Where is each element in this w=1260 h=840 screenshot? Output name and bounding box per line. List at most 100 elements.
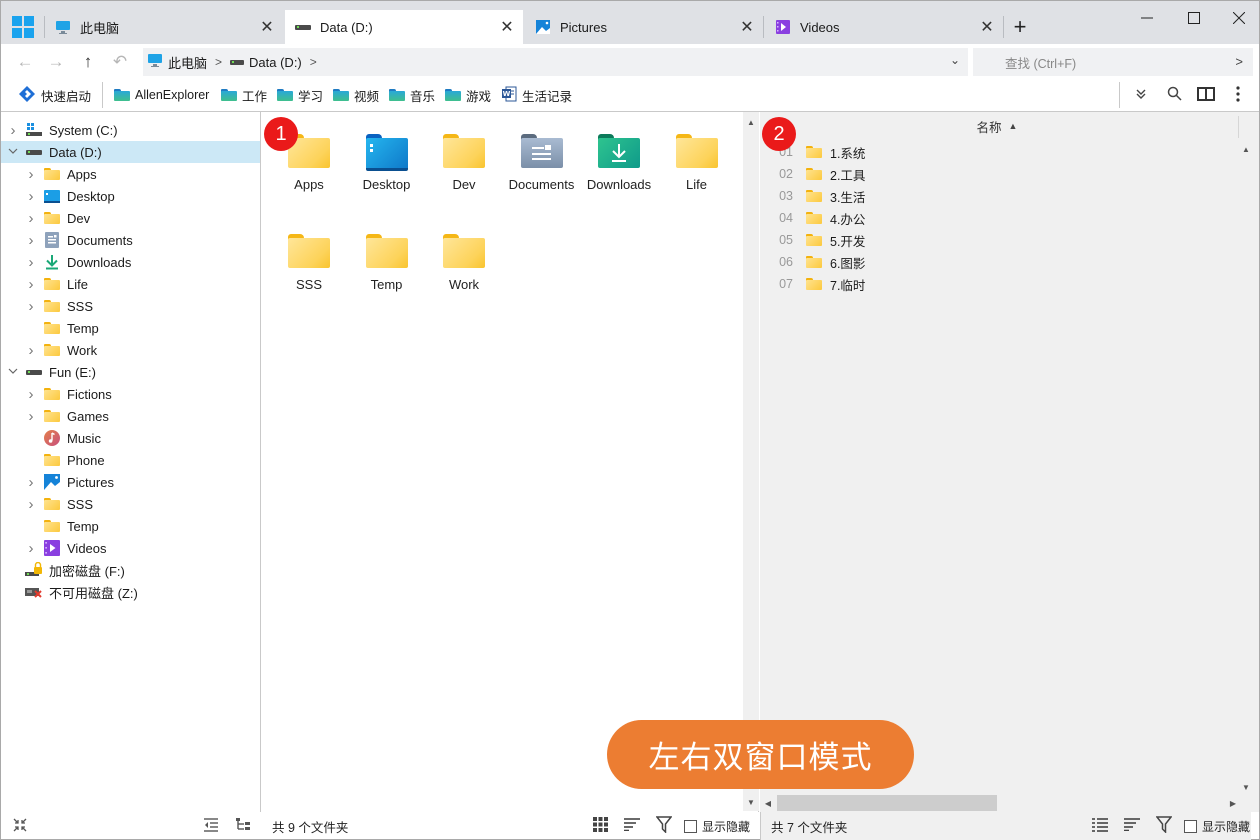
- checkbox-box[interactable]: [684, 819, 697, 833]
- tree-node[interactable]: › Desktop: [1, 185, 260, 207]
- breadcrumb-data-d[interactable]: Data (D:): [230, 55, 302, 70]
- tree-node[interactable]: › Dev: [1, 207, 260, 229]
- chevron-right-icon[interactable]: ›: [25, 232, 37, 249]
- chevron-right-icon[interactable]: ›: [7, 122, 19, 139]
- undo-button[interactable]: ↶: [110, 52, 130, 72]
- list-item[interactable]: 03 3.生活: [760, 185, 865, 207]
- tab-videos[interactable]: Videos ✕: [765, 10, 1003, 44]
- grid-item[interactable]: Desktop: [348, 112, 426, 192]
- chevron-right-icon[interactable]: >: [310, 55, 317, 69]
- show-hidden-checkbox[interactable]: 显示隐藏: [684, 812, 750, 840]
- address-bar[interactable]: 此电脑 > Data (D:) > ⌄: [143, 48, 968, 76]
- chevron-right-icon[interactable]: ›: [25, 254, 37, 271]
- sort-button[interactable]: [1122, 816, 1142, 836]
- list-item[interactable]: 06 6.图影: [760, 251, 865, 273]
- quick-item-video[interactable]: 视频: [333, 86, 379, 104]
- up-button[interactable]: ↑: [78, 52, 98, 72]
- column-header-name[interactable]: 名称 ▲: [760, 112, 1234, 140]
- tree-node[interactable]: Temp: [1, 317, 260, 339]
- chevron-right-icon[interactable]: ›: [25, 166, 37, 183]
- chevron-right-icon[interactable]: ›: [25, 386, 37, 403]
- tree-node[interactable]: 加密磁盘 (F:): [1, 559, 260, 581]
- close-tab-icon[interactable]: ✕: [497, 17, 517, 37]
- chevron-down-icon[interactable]: [7, 366, 19, 378]
- quick-item-work[interactable]: 工作: [221, 86, 267, 104]
- tab-data-d[interactable]: Data (D:) ✕: [285, 10, 523, 44]
- grid-item[interactable]: Temp: [348, 212, 426, 292]
- chevron-right-icon[interactable]: ›: [25, 408, 37, 425]
- checkbox-box[interactable]: [1184, 819, 1197, 833]
- grid-item[interactable]: Work: [425, 212, 503, 292]
- chevron-right-icon[interactable]: ›: [25, 188, 37, 205]
- scroll-up-arrow-icon[interactable]: ▲: [743, 115, 759, 129]
- dual-pane-button[interactable]: [1195, 84, 1217, 106]
- filter-button[interactable]: [654, 816, 674, 836]
- list-item[interactable]: 05 5.开发: [760, 229, 865, 251]
- horizontal-scrollbar[interactable]: ◀ ▶: [760, 793, 1236, 811]
- breadcrumb-this-pc[interactable]: 此电脑: [147, 53, 207, 72]
- list-item[interactable]: 04 4.办公: [760, 207, 865, 229]
- list-item[interactable]: 02 2.工具: [760, 163, 865, 185]
- search-input[interactable]: 查找 (Ctrl+F) >: [973, 48, 1253, 76]
- sort-button[interactable]: [622, 816, 642, 836]
- forward-button[interactable]: →: [46, 52, 66, 72]
- tree-node[interactable]: Fun (E:): [1, 361, 260, 383]
- close-tab-icon[interactable]: ✕: [257, 17, 277, 37]
- app-menu-logo-icon[interactable]: [12, 16, 34, 38]
- view-grid-button[interactable]: [590, 816, 610, 836]
- scroll-up-arrow-icon[interactable]: ▲: [1238, 142, 1254, 156]
- maximize-button[interactable]: [1174, 7, 1214, 29]
- grid-item[interactable]: SSS: [270, 212, 348, 292]
- collapse-all-button[interactable]: [10, 816, 30, 836]
- filter-button[interactable]: [1154, 816, 1174, 836]
- tree-node[interactable]: › Apps: [1, 163, 260, 185]
- tree-node[interactable]: Data (D:): [1, 141, 260, 163]
- more-options-button[interactable]: [1227, 84, 1249, 106]
- search-button[interactable]: [1163, 84, 1185, 106]
- tree-node[interactable]: › Documents: [1, 229, 260, 251]
- scroll-down-arrow-icon[interactable]: ▼: [743, 795, 759, 809]
- tree-node[interactable]: › System (C:): [1, 119, 260, 141]
- quick-item-life-log[interactable]: W 生活记录: [501, 86, 572, 104]
- chevron-down-icon[interactable]: [7, 146, 19, 158]
- quick-launch-button[interactable]: 快速启动: [18, 85, 91, 104]
- close-tab-icon[interactable]: ✕: [737, 17, 757, 37]
- chevron-right-icon[interactable]: >: [215, 55, 222, 69]
- chevron-right-icon[interactable]: ›: [25, 474, 37, 491]
- tree-node[interactable]: Phone: [1, 449, 260, 471]
- tree-node[interactable]: › Work: [1, 339, 260, 361]
- tree-node[interactable]: Music: [1, 427, 260, 449]
- close-window-button[interactable]: [1219, 7, 1259, 29]
- back-button[interactable]: ←: [15, 52, 35, 72]
- grid-item[interactable]: Life: [658, 112, 736, 192]
- grid-item[interactable]: Dev: [425, 112, 503, 192]
- vertical-scrollbar[interactable]: ▲ ▼: [1238, 140, 1254, 795]
- tab-this-pc[interactable]: 此电脑 ✕: [45, 10, 283, 44]
- close-tab-icon[interactable]: ✕: [977, 17, 997, 37]
- tree-node[interactable]: 不可用磁盘 (Z:): [1, 581, 260, 603]
- tree-node[interactable]: › Pictures: [1, 471, 260, 493]
- quick-item-games[interactable]: 游戏: [445, 86, 491, 104]
- scrollbar-thumb[interactable]: [777, 795, 997, 811]
- tree-node[interactable]: Temp: [1, 515, 260, 537]
- quick-item-allenexplorer[interactable]: AllenExplorer: [114, 86, 209, 104]
- view-list-button[interactable]: [1090, 816, 1110, 836]
- new-tab-button[interactable]: +: [1009, 14, 1031, 39]
- quick-item-study[interactable]: 学习: [277, 86, 323, 104]
- tree-node[interactable]: › SSS: [1, 295, 260, 317]
- tab-pictures[interactable]: Pictures ✕: [525, 10, 763, 44]
- chevron-right-icon[interactable]: ›: [25, 540, 37, 557]
- tree-node[interactable]: › Fictions: [1, 383, 260, 405]
- vertical-scrollbar[interactable]: ▲ ▼: [743, 112, 759, 811]
- tree-node[interactable]: › Life: [1, 273, 260, 295]
- quick-item-music[interactable]: 音乐: [389, 86, 435, 104]
- tree-view-button[interactable]: [233, 816, 253, 836]
- chevron-right-icon[interactable]: ›: [25, 276, 37, 293]
- scroll-left-arrow-icon[interactable]: ◀: [761, 796, 775, 810]
- chevron-right-icon[interactable]: ›: [25, 210, 37, 227]
- expand-more-button[interactable]: [1130, 84, 1152, 106]
- show-hidden-checkbox[interactable]: 显示隐藏: [1184, 812, 1250, 840]
- chevron-right-icon[interactable]: ›: [25, 298, 37, 315]
- tree-node[interactable]: › Downloads: [1, 251, 260, 273]
- outdent-button[interactable]: [201, 816, 221, 836]
